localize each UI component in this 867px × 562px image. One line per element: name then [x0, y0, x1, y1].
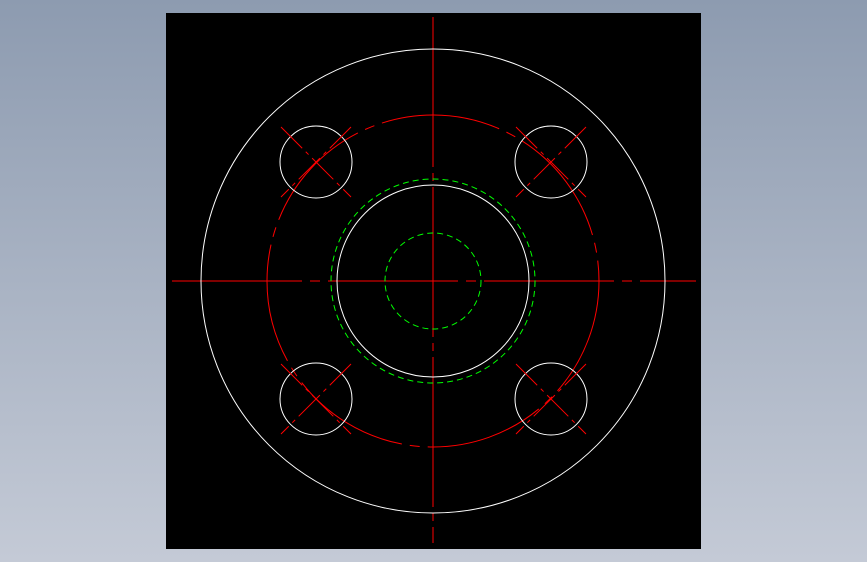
- cad-viewport[interactable]: [166, 13, 701, 549]
- flange-drawing: [166, 13, 701, 549]
